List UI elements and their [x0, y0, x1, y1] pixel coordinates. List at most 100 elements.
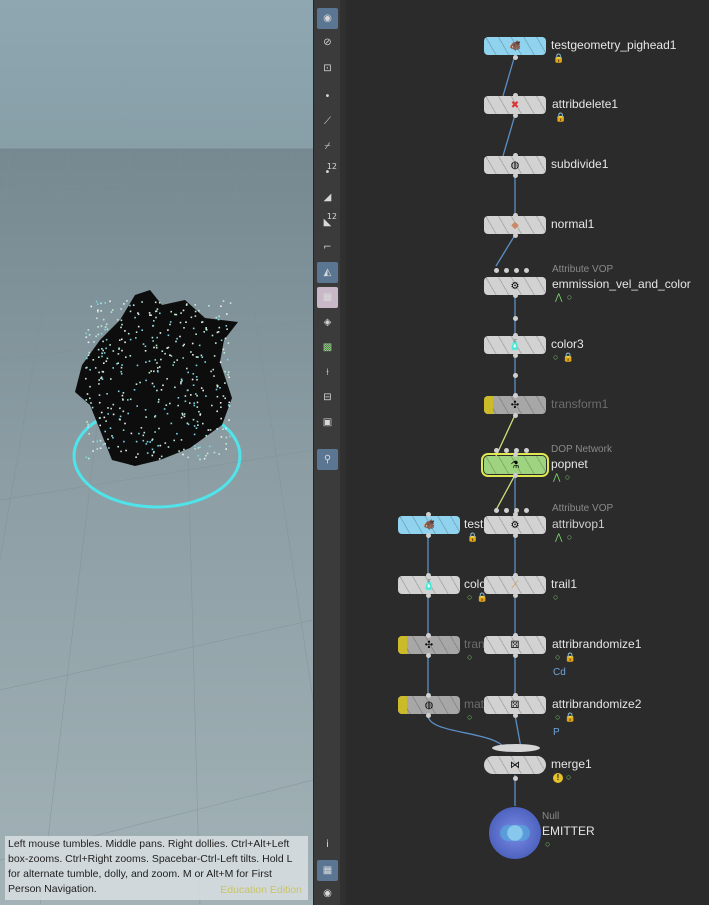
connector-dot[interactable] [524, 448, 529, 453]
particle-point [205, 329, 208, 331]
select-icon[interactable]: ◉ [317, 8, 338, 29]
connector-dot[interactable] [513, 55, 518, 60]
count-12-icon[interactable]: • 12 [317, 162, 338, 183]
particle-point [112, 403, 115, 406]
shaded-icon[interactable]: ◭ [317, 262, 338, 283]
particle-point [209, 445, 211, 448]
particle-point [103, 352, 106, 354]
connector-dot[interactable] [426, 653, 431, 658]
connector-dot[interactable] [513, 633, 518, 638]
node-color3[interactable]: 🧴 [484, 336, 546, 354]
node-testgeometry-pighead1[interactable]: 🐗 [484, 37, 546, 55]
3d-viewport[interactable]: Left mouse tumbles. Middle pans. Right d… [0, 0, 313, 905]
connector-dot[interactable] [504, 508, 509, 513]
network-editor[interactable]: 🐗 testgeometry_pighead1 🔒 ✖ attribdelete… [346, 0, 709, 905]
particle-point [203, 457, 206, 460]
connector-dot[interactable] [426, 573, 431, 578]
connector-dot[interactable] [494, 508, 499, 513]
node-material-left[interactable]: ◍ [398, 696, 460, 714]
connector-dot[interactable] [426, 713, 431, 718]
sketch-icon[interactable]: ⌿ [317, 136, 338, 157]
connector-dot[interactable] [513, 316, 518, 321]
image-icon[interactable]: ▣ [317, 412, 338, 433]
connector-dot[interactable] [494, 268, 499, 273]
node-normal1[interactable]: ◆ [484, 216, 546, 234]
connector-dot[interactable] [513, 293, 518, 298]
connector-dot[interactable] [514, 448, 519, 453]
count-12b-icon[interactable]: ◣ 12 [317, 212, 338, 233]
connector-dot[interactable] [513, 593, 518, 598]
paint-icon[interactable]: ◢ [317, 187, 338, 208]
connector-dot[interactable] [513, 653, 518, 658]
connector-dot[interactable] [494, 448, 499, 453]
view-handle-icon[interactable]: ⊘ [317, 32, 338, 53]
lock-icon: 🔒 [553, 53, 566, 63]
particle-point [119, 415, 122, 418]
connector-dot[interactable] [513, 473, 518, 478]
node-emitter-null[interactable] [488, 806, 542, 860]
particle-point [120, 450, 122, 453]
node-popnet[interactable]: ⚗ [481, 453, 549, 477]
connector-dot[interactable] [513, 713, 518, 718]
node-attribrandomize2[interactable]: ⚄ [484, 696, 546, 714]
connector-dot[interactable] [524, 268, 529, 273]
node-transform-left[interactable]: ✣ [398, 636, 460, 654]
connector-dot[interactable] [513, 153, 518, 158]
connector-dot[interactable] [513, 413, 518, 418]
particle-point [111, 435, 113, 437]
eye-icon[interactable]: ◉ [317, 883, 338, 904]
connector-dot[interactable] [513, 353, 518, 358]
connector-dot[interactable] [524, 508, 529, 513]
connector-dot[interactable] [513, 233, 518, 238]
camera-icon[interactable]: ⊡ [317, 58, 338, 79]
node-attribvop1[interactable]: ⚙ [484, 516, 546, 534]
particle-point [152, 324, 155, 327]
connector-dot[interactable] [426, 633, 431, 638]
group-icon[interactable]: ▩ [317, 337, 338, 358]
display-icon[interactable]: ⊟ [317, 387, 338, 408]
curve-icon[interactable]: ⌐ [317, 237, 338, 258]
particle-point [88, 433, 90, 435]
info-icon[interactable]: i [317, 834, 338, 855]
node-attribdelete1[interactable]: ✖ [484, 96, 546, 114]
point-icon[interactable]: • [317, 86, 338, 107]
connector-dot[interactable] [514, 508, 519, 513]
connector-dot[interactable] [513, 393, 518, 398]
connector-dot[interactable] [426, 533, 431, 538]
particle-point [135, 331, 138, 333]
connector-dot[interactable] [513, 93, 518, 98]
node-color-left[interactable]: 🧴 [398, 576, 460, 594]
connector-dot[interactable] [513, 533, 518, 538]
brush-icon[interactable]: ⟋ [317, 111, 338, 132]
connector-dot[interactable] [504, 268, 509, 273]
node-test-left[interactable]: 🐗 [398, 516, 460, 534]
connector-dot[interactable] [513, 213, 518, 218]
connector-dot[interactable] [513, 573, 518, 578]
checker-icon[interactable]: ▦ [317, 287, 338, 308]
particle-point [146, 452, 149, 454]
node-subdivide1[interactable]: ◍ [484, 156, 546, 174]
connector-dot[interactable] [513, 776, 518, 781]
particle-point [86, 357, 88, 360]
connector-dot[interactable] [426, 693, 431, 698]
connector-dot[interactable] [426, 512, 431, 517]
layers-icon[interactable]: ◈ [317, 312, 338, 333]
connector-dot[interactable] [513, 373, 518, 378]
connect-icon[interactable]: ⟊ [317, 362, 338, 383]
particle-point [180, 439, 183, 441]
node-transform1[interactable]: ✣ [484, 396, 546, 414]
pin-icon[interactable]: ⚲ [317, 449, 338, 470]
connector-dot[interactable] [514, 268, 519, 273]
node-merge1[interactable]: ⋈ [484, 756, 546, 774]
node-trail1[interactable]: ⟋ [484, 576, 546, 594]
grid-layout-icon[interactable]: ▦ [317, 860, 338, 881]
connector-dot[interactable] [513, 333, 518, 338]
connector-dot[interactable] [513, 173, 518, 178]
particle-point [180, 382, 182, 385]
particle-point [136, 364, 139, 367]
connector-dot[interactable] [513, 113, 518, 118]
connector-dot[interactable] [504, 448, 509, 453]
connector-dot[interactable] [513, 693, 518, 698]
connector-dot[interactable] [426, 593, 431, 598]
node-attribrandomize1[interactable]: ⚄ [484, 636, 546, 654]
